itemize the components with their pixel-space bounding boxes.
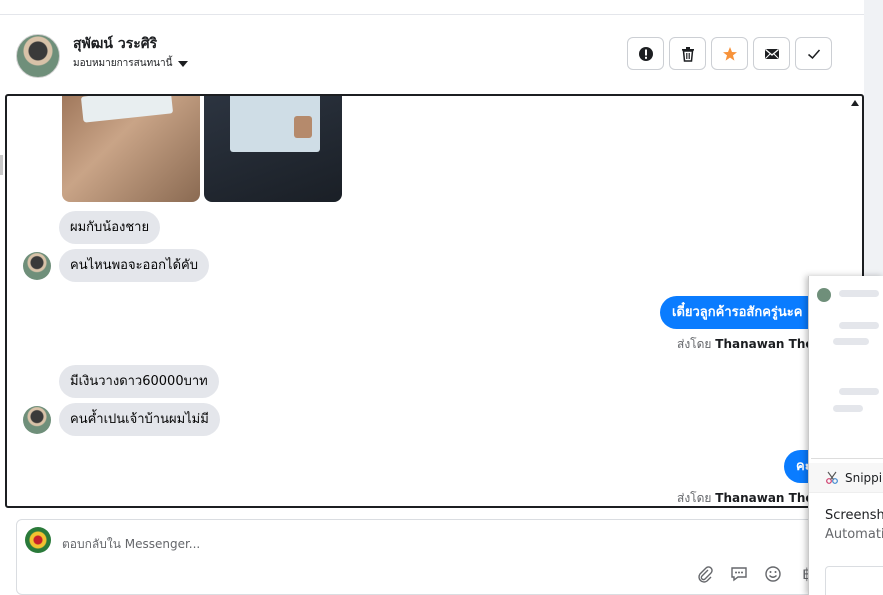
sent-by-name: Thanawan Thon (715, 491, 823, 505)
conversation-header: สุพัฒน์ วระศิริ มอบหมายการสนทนานี้ (0, 15, 864, 93)
notification-action-box[interactable] (825, 566, 883, 595)
photo-card-detail (80, 96, 174, 123)
spam-button[interactable] (627, 37, 664, 70)
sent-by-label: ส่งโดย Thanawan Thon (677, 335, 822, 354)
thumbnail-line (833, 405, 863, 412)
attachment-button[interactable] (695, 564, 715, 584)
incoming-message[interactable]: คนค้ำเปนเจ้าบ้านผมไม่มี (59, 403, 220, 436)
delete-button[interactable] (669, 37, 706, 70)
reply-input[interactable]: ตอบกลับใน Messenger... (62, 535, 200, 554)
assign-conversation[interactable]: มอบหมายการสนทนานี้ (73, 56, 189, 71)
smile-icon (765, 566, 781, 582)
reply-composer[interactable]: ตอบกลับใน Messenger... ฿ (16, 519, 864, 595)
emoji-button[interactable] (763, 564, 783, 584)
sent-by-prefix: ส่งโดย (677, 491, 712, 505)
message-thread[interactable]: ผมกับน้องชาย คนไหนพอจะออกได้คับ เดี๋ยวลู… (5, 94, 864, 508)
sender-avatar (23, 406, 51, 434)
contact-avatar[interactable] (16, 34, 60, 78)
sent-by-name: Thanawan Thon (715, 337, 823, 351)
chat-bubble-icon (731, 567, 747, 582)
envelope-icon (764, 48, 779, 59)
composer-tools: ฿ (695, 564, 817, 584)
scroll-up-arrow-icon[interactable] (851, 100, 859, 106)
attachment-photo[interactable] (204, 96, 342, 202)
thumbnail-line (839, 388, 879, 395)
thumbnail-line (839, 290, 879, 297)
done-button[interactable] (795, 37, 832, 70)
incoming-message[interactable]: คนไหนพอจะออกได้คับ (59, 249, 209, 282)
mark-unread-button[interactable] (753, 37, 790, 70)
paperclip-icon (698, 566, 713, 583)
alert-circle-icon (638, 46, 653, 61)
notification-title: Screensho (825, 508, 883, 523)
sender-avatar (23, 252, 51, 280)
page-avatar (25, 527, 51, 553)
scissors-icon (826, 471, 838, 484)
saved-replies-button[interactable] (729, 564, 749, 584)
snipping-tool-popup[interactable]: Snippi Screensho Automatio (808, 276, 883, 595)
photo-face-detail (294, 116, 312, 138)
incoming-message[interactable]: ผมกับน้องชาย (59, 211, 161, 244)
top-strip (0, 0, 864, 15)
snipping-tool-title: Snippi (845, 470, 883, 485)
trash-icon (681, 46, 694, 62)
caret-down-icon (178, 60, 189, 67)
conversation-actions (627, 37, 832, 70)
screenshot-thumbnail[interactable] (811, 278, 883, 459)
left-edge-marker (0, 155, 3, 175)
assign-label: มอบหมายการสนทนานี้ (73, 58, 173, 69)
follow-up-button[interactable] (711, 37, 748, 70)
outgoing-message[interactable]: เดี๋ยวลูกค้ารอสักครู่นะค (660, 296, 815, 329)
check-icon (807, 49, 820, 59)
thumbnail-avatar (817, 288, 831, 302)
incoming-message[interactable]: มีเงินวางดาว60000บาท (59, 365, 219, 398)
sent-by-prefix: ส่งโดย (677, 337, 712, 351)
notification-body: Automatio (825, 527, 883, 542)
thumbnail-line (833, 338, 869, 345)
contact-name[interactable]: สุพัฒน์ วระศิริ (73, 33, 157, 55)
star-icon (722, 46, 737, 61)
thumbnail-line (839, 322, 879, 329)
sent-by-label: ส่งโดย Thanawan Thon (677, 489, 823, 506)
attachment-photo[interactable] (62, 96, 200, 202)
snipping-tool-header: Snippi (809, 463, 883, 493)
